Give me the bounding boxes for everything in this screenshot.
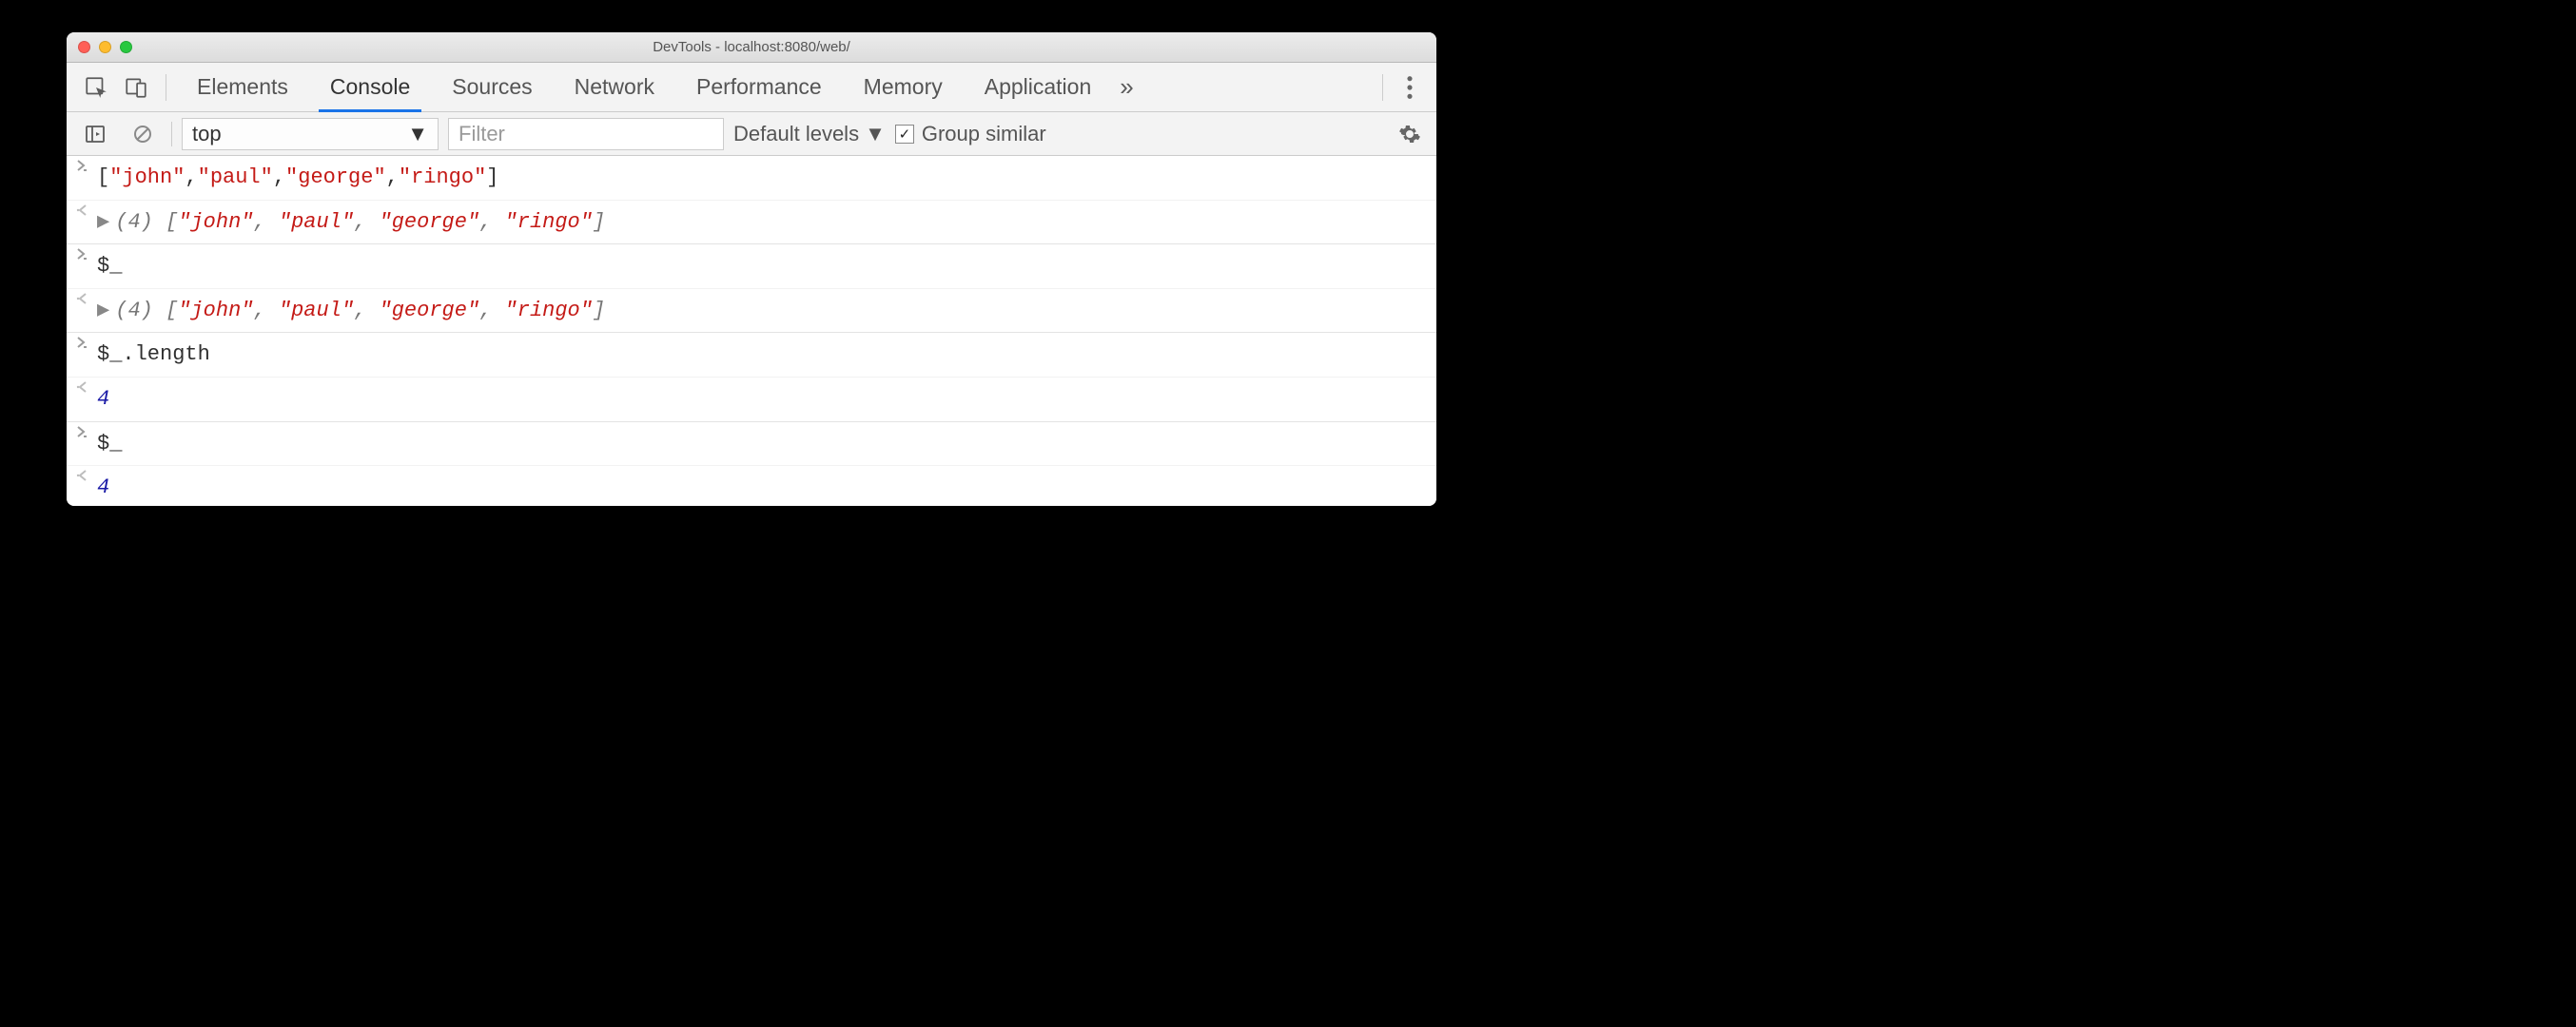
close-icon[interactable] <box>78 41 90 53</box>
input-chevron-icon <box>76 247 97 261</box>
zoom-icon[interactable] <box>120 41 132 53</box>
token-plain: $_ <box>97 254 122 278</box>
console-line-content: $_ <box>97 247 1425 285</box>
token-plain: $_ <box>97 432 122 455</box>
tab-memory[interactable]: Memory <box>843 63 964 111</box>
token-brkt: , <box>354 299 379 322</box>
token-str: "ringo" <box>505 210 593 234</box>
console-line-content: ["john","paul","george","ringo"] <box>97 159 1425 197</box>
chevron-down-icon: ▼ <box>407 122 428 146</box>
input-chevron-icon <box>76 159 97 172</box>
gear-icon[interactable] <box>1398 123 1427 145</box>
token-brkt: , <box>253 210 278 234</box>
tabs-bar: ElementsConsoleSourcesNetworkPerformance… <box>67 63 1436 112</box>
console-row-output: ▶ (4) ["john", "paul", "george", "ringo"] <box>67 289 1436 334</box>
token-str: "paul" <box>279 210 354 234</box>
token-str: "ringo" <box>505 299 593 322</box>
console-line-content: 4 <box>97 469 1425 506</box>
token-brkt: , <box>253 299 278 322</box>
token-num: 4 <box>97 387 109 411</box>
window-title: DevTools - localhost:8080/web/ <box>67 39 1436 55</box>
console-row-input: $_ <box>67 244 1436 289</box>
chevron-down-icon: ▼ <box>865 122 886 146</box>
tab-sources[interactable]: Sources <box>431 63 553 111</box>
token-plain: ] <box>486 165 498 189</box>
divider <box>171 122 172 146</box>
minimize-icon[interactable] <box>99 41 111 53</box>
token-plain: , <box>185 165 197 189</box>
output-chevron-icon <box>76 292 97 305</box>
traffic-lights <box>67 41 132 53</box>
log-levels-label: Default levels <box>733 122 859 146</box>
console-output[interactable]: ["john","paul","george","ringo"]▶(4) ["j… <box>67 156 1436 506</box>
token-str: "john" <box>178 299 253 322</box>
token-str: "paul" <box>279 299 354 322</box>
console-row-input: $_.length <box>67 333 1436 378</box>
token-str: "john" <box>178 210 253 234</box>
token-str: "george" <box>285 165 386 189</box>
token-num: 4 <box>97 475 109 499</box>
token-brkt: , <box>479 299 504 322</box>
token-plain: , <box>273 165 285 189</box>
expand-icon[interactable]: ▶ <box>97 299 109 322</box>
token-plain: , <box>386 165 399 189</box>
console-row-output: ▶(4) ["john", "paul", "george", "ringo"] <box>67 201 1436 245</box>
divider <box>1382 74 1383 101</box>
titlebar: DevTools - localhost:8080/web/ <box>67 32 1436 63</box>
token-brkt: ] <box>593 299 605 322</box>
token-str: "paul" <box>198 165 273 189</box>
token-brkt: , <box>354 210 379 234</box>
clear-console-icon[interactable] <box>124 112 162 155</box>
device-toolbar-icon[interactable] <box>116 63 156 111</box>
devtools-window: DevTools - localhost:8080/web/ ElementsC… <box>67 32 1436 506</box>
token-brkt: [ <box>166 299 178 322</box>
token-count: (4) <box>115 299 166 322</box>
tabs-overflow-icon[interactable]: » <box>1112 63 1141 111</box>
console-line-content: $_.length <box>97 336 1425 374</box>
console-line-content: ▶(4) ["john", "paul", "george", "ringo"] <box>97 203 1425 242</box>
input-chevron-icon <box>76 336 97 349</box>
token-str: "john" <box>109 165 185 189</box>
console-sidebar-toggle-icon[interactable] <box>76 112 114 155</box>
tab-performance[interactable]: Performance <box>675 63 843 111</box>
console-line-content: ▶ (4) ["john", "paul", "george", "ringo"] <box>97 292 1425 330</box>
console-row-output: 4 <box>67 466 1436 506</box>
token-brkt: [ <box>166 210 178 234</box>
log-levels-select[interactable]: Default levels ▼ <box>733 122 886 146</box>
inspect-icon[interactable] <box>76 63 116 111</box>
context-select-value: top <box>192 122 222 146</box>
token-brkt: , <box>479 210 504 234</box>
token-brkt: ] <box>593 210 605 234</box>
token-str: "ringo" <box>399 165 486 189</box>
tab-network[interactable]: Network <box>554 63 675 111</box>
console-row-input: ["john","paul","george","ringo"] <box>67 156 1436 201</box>
tab-console[interactable]: Console <box>309 63 431 111</box>
output-chevron-icon <box>76 203 97 217</box>
token-str: "george" <box>380 299 480 322</box>
token-str: "george" <box>380 210 480 234</box>
token-plain: $_.length <box>97 342 210 366</box>
input-chevron-icon <box>76 425 97 438</box>
console-toolbar: top ▼ Default levels ▼ ✓ Group similar <box>67 112 1436 156</box>
kebab-menu-icon[interactable] <box>1393 74 1427 101</box>
token-count: (4) <box>115 210 166 234</box>
context-select[interactable]: top ▼ <box>182 118 439 150</box>
console-row-input: $_ <box>67 422 1436 467</box>
output-chevron-icon <box>76 469 97 482</box>
filter-input[interactable] <box>448 118 724 150</box>
output-chevron-icon <box>76 380 97 394</box>
console-line-content: 4 <box>97 380 1425 418</box>
console-row-output: 4 <box>67 378 1436 422</box>
group-similar-checkbox[interactable]: ✓ Group similar <box>895 122 1046 146</box>
tab-elements[interactable]: Elements <box>176 63 309 111</box>
checkbox-icon: ✓ <box>895 125 914 144</box>
expand-icon[interactable]: ▶ <box>97 210 109 234</box>
tab-application[interactable]: Application <box>964 63 1113 111</box>
console-line-content: $_ <box>97 425 1425 463</box>
group-similar-label: Group similar <box>922 122 1046 146</box>
token-plain: [ <box>97 165 109 189</box>
